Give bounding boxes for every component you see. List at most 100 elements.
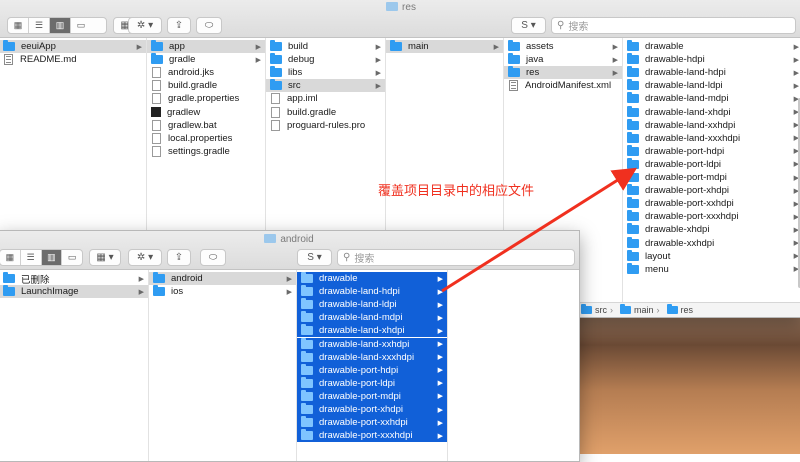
path-item-main[interactable]: main	[634, 305, 654, 315]
folder-row[interactable]: drawable-land-mdpi ▶	[297, 311, 447, 325]
item-label: 已删除	[21, 274, 50, 286]
folder-row[interactable]: drawable-port-xxxhdpi ▶	[623, 210, 800, 223]
action-button[interactable]: ✲ ▾	[128, 249, 162, 266]
folder-row[interactable]: drawable-land-xxxhdpi ▶	[297, 350, 447, 364]
column-view-icon[interactable]: ▥	[50, 18, 71, 33]
folder-row[interactable]: libs ▶	[266, 66, 385, 79]
chevron-right-icon: ▶	[375, 56, 381, 64]
gallery-view-icon[interactable]: ▭	[71, 18, 91, 33]
folder-row[interactable]: drawable ▶	[297, 272, 447, 285]
file-row[interactable]: settings.gradle	[147, 145, 265, 158]
folder-row[interactable]: main ▶	[386, 40, 503, 53]
file-row[interactable]: local.properties	[147, 132, 265, 145]
folder-row[interactable]: drawable-port-ldpi ▶	[297, 376, 447, 390]
folder-row[interactable]: build ▶	[266, 40, 385, 53]
share-button[interactable]: ⇪	[167, 17, 191, 34]
file-row[interactable]: gradlew	[147, 106, 265, 119]
file-row[interactable]: AndroidManifest.xml	[504, 79, 622, 92]
file-row[interactable]: gradlew.bat	[147, 119, 265, 132]
list-view-icon[interactable]: ☰	[29, 18, 50, 33]
path-item-src[interactable]: src	[595, 305, 607, 315]
folder-row[interactable]: drawable-land-hdpi ▶	[297, 285, 447, 299]
action-button[interactable]: ✲ ▾	[128, 17, 162, 34]
search-field[interactable]: ⚲ 搜索	[551, 17, 796, 34]
view-mode-switcher[interactable]: ▦ ☰ ▥ ▭	[0, 249, 83, 266]
folder-row[interactable]: java ▶	[504, 53, 622, 66]
folder-row[interactable]: eeuiApp ▶	[0, 40, 146, 53]
item-label: build	[288, 41, 309, 52]
file-row[interactable]: proguard-rules.pro	[266, 119, 385, 132]
chevron-right-icon: ▶	[793, 69, 799, 77]
sublime-button[interactable]: S ▾	[511, 17, 546, 34]
folder-row[interactable]: gradle ▶	[147, 53, 265, 66]
icon-view-icon[interactable]: ▦	[8, 18, 29, 33]
folder-row[interactable]: drawable-land-ldpi ▶	[623, 79, 800, 92]
group-button[interactable]: ▦ ▾	[89, 249, 121, 266]
file-row[interactable]: build.gradle	[147, 79, 265, 92]
folder-row[interactable]: drawable-port-ldpi ▶	[623, 157, 800, 171]
folder-row[interactable]: drawable-land-xxhdpi ▶	[297, 337, 447, 351]
folder-row[interactable]: drawable-port-xhdpi ▶	[623, 184, 800, 197]
folder-row[interactable]: layout ▶	[623, 249, 800, 263]
column-browser: 已删除 ▶ LaunchImage ▶ android ▶ ios ▶ drawable ▶ d…	[0, 270, 579, 461]
file-row[interactable]: README.md	[0, 53, 146, 66]
file-row[interactable]: app.iml	[266, 92, 385, 105]
folder-row[interactable]: android ▶	[149, 272, 296, 285]
folder-row[interactable]: drawable-port-mdpi ▶	[623, 171, 800, 184]
folder-row[interactable]: drawable-land-ldpi ▶	[297, 298, 447, 312]
icon-view-icon[interactable]: ▦	[0, 250, 21, 265]
folder-row[interactable]: drawable-land-mdpi ▶	[623, 92, 800, 105]
gallery-view-icon[interactable]: ▭	[62, 250, 82, 265]
path-item-res[interactable]: res	[681, 305, 694, 315]
chevron-right-icon: ▶	[437, 288, 443, 296]
folder-row[interactable]: app ▶	[147, 40, 265, 53]
folder-row[interactable]: drawable-port-xxhdpi ▶	[623, 197, 800, 210]
folder-row[interactable]: src ▶	[266, 79, 385, 93]
tag-button[interactable]: ⬭	[200, 249, 226, 266]
chevron-right-icon: ▶	[493, 43, 499, 51]
file-row[interactable]: gradle.properties	[147, 92, 265, 105]
sublime-icon: S ▾	[521, 20, 536, 31]
share-button[interactable]: ⇪	[167, 249, 191, 266]
group-icon: ▦ ▾	[96, 252, 114, 263]
folder-row[interactable]: drawable-land-xhdpi ▶	[297, 324, 447, 338]
folder-row[interactable]: drawable-port-mdpi ▶	[297, 389, 447, 403]
folder-row[interactable]: assets ▶	[504, 40, 622, 53]
folder-row[interactable]: drawable-port-xxhdpi ▶	[297, 416, 447, 430]
folder-row[interactable]: drawable ▶	[623, 40, 800, 53]
finder-window-android[interactable]: android ▦ ☰ ▥ ▭ ▦ ▾ ✲ ▾ ⇪ ⬭ S ▾ ⚲ 搜索 已删除 ▶ Lau…	[0, 230, 580, 462]
chevron-right-icon: ▶	[375, 69, 381, 77]
folder-row[interactable]: menu ▶	[623, 262, 800, 276]
folder-row[interactable]: drawable-xhdpi ▶	[623, 223, 800, 236]
folder-icon	[301, 285, 313, 297]
folder-row[interactable]: LaunchImage ▶	[0, 285, 148, 299]
folder-row[interactable]: drawable-port-xhdpi ▶	[297, 403, 447, 416]
tag-button[interactable]: ⬭	[196, 17, 222, 34]
folder-row[interactable]: debug ▶	[266, 53, 385, 66]
folder-row[interactable]: drawable-land-xxhdpi ▶	[623, 118, 800, 132]
column-view-icon[interactable]: ▥	[41, 250, 63, 265]
file-row[interactable]: build.gradle	[266, 106, 385, 119]
folder-row[interactable]: drawable-port-hdpi ▶	[297, 363, 447, 377]
folder-row[interactable]: drawable-port-hdpi ▶	[623, 144, 800, 158]
folder-row[interactable]: 已删除 ▶	[0, 272, 148, 286]
folder-row[interactable]: res ▶	[504, 66, 622, 80]
item-label: drawable-land-hdpi	[319, 286, 400, 298]
folder-row[interactable]: drawable-land-xhdpi ▶	[623, 105, 800, 119]
folder-icon	[270, 40, 282, 51]
folder-row[interactable]: drawable-port-xxxhdpi ▶	[297, 429, 447, 443]
folder-row[interactable]: drawable-hdpi ▶	[623, 53, 800, 66]
item-label: drawable-port-xxhdpi	[319, 417, 408, 429]
file-row[interactable]: android.jks	[147, 66, 265, 79]
list-view-icon[interactable]: ☰	[21, 250, 42, 265]
window-title: res	[0, 2, 800, 13]
folder-row[interactable]: drawable-xxhdpi ▶	[623, 236, 800, 250]
view-mode-switcher[interactable]: ▦ ☰ ▥ ▭	[7, 17, 107, 34]
folder-row[interactable]: drawable-land-hdpi ▶	[623, 66, 800, 79]
sublime-button[interactable]: S ▾	[297, 249, 332, 266]
folder-row[interactable]: ios ▶	[149, 285, 296, 298]
item-label: res	[526, 67, 540, 79]
folder-icon	[3, 272, 15, 283]
folder-row[interactable]: drawable-land-xxxhdpi ▶	[623, 131, 800, 145]
search-field[interactable]: ⚲ 搜索	[337, 249, 575, 266]
